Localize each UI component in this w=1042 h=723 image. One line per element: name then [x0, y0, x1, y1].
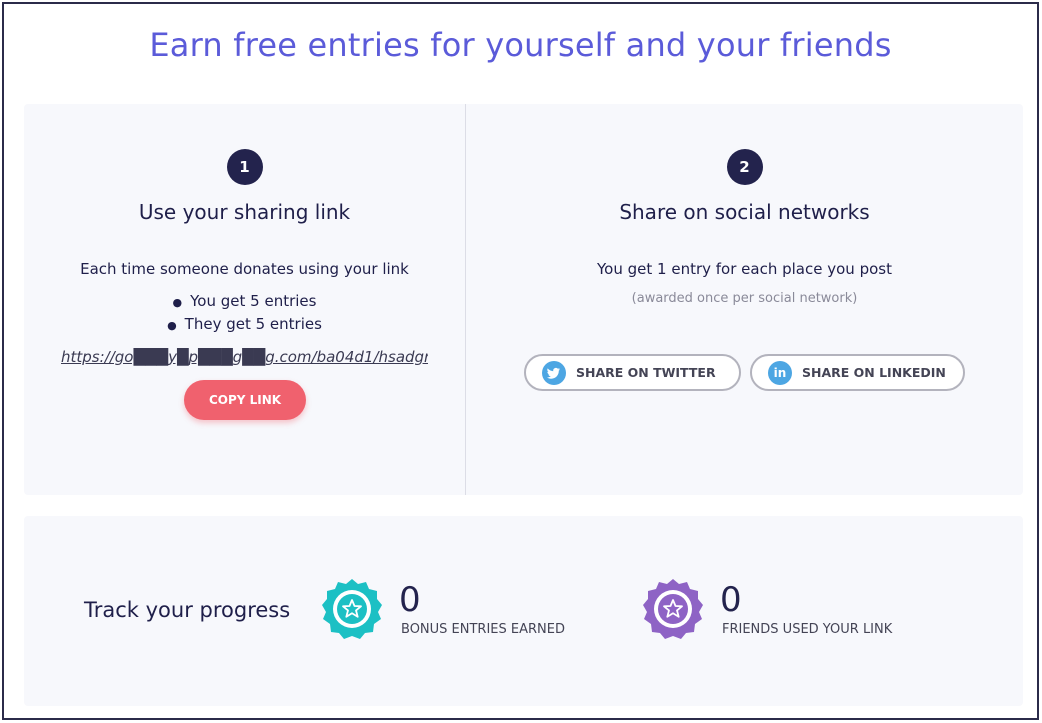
twitter-icon — [542, 361, 566, 385]
entries-list: ● You get 5 entries ● They get 5 entries — [24, 290, 465, 336]
progress-panel: Track your progress 0 BONUS ENTRIES EARN… — [24, 516, 1023, 706]
step-2-description: You get 1 entry for each place you post — [597, 260, 892, 278]
teal-medal-icon — [322, 579, 382, 639]
list-item: ● They get 5 entries — [167, 315, 322, 333]
share-linkedin-button[interactable]: in SHARE ON LINKEDIN — [750, 354, 965, 391]
page-frame: Earn free entries for yourself and your … — [2, 2, 1039, 720]
linkedin-icon: in — [768, 361, 792, 385]
sharing-link-column: 1 Use your sharing link Each time someon… — [24, 104, 465, 495]
step-1-description: Each time someone donates using your lin… — [80, 260, 409, 278]
step-1-badge: 1 — [226, 149, 263, 185]
social-share-column: 2 Share on social networks You get 1 ent… — [466, 104, 1023, 495]
list-item: ● You get 5 entries — [172, 292, 317, 310]
friends-used-count: 0 — [720, 580, 742, 620]
bullet-icon: ● — [167, 319, 177, 332]
bonus-entries-label: BONUS ENTRIES EARNED — [401, 622, 565, 637]
bonus-entries-count: 0 — [399, 580, 421, 620]
sharing-link[interactable]: https://go███y█p███g██g.com/ba04d1/hsadg… — [61, 348, 428, 366]
share-panel: 1 Use your sharing link Each time someon… — [24, 104, 1023, 495]
progress-title: Track your progress — [84, 598, 291, 622]
copy-link-button[interactable]: COPY LINK — [184, 380, 306, 420]
page-title: Earn free entries for yourself and your … — [149, 26, 892, 64]
friends-used-label: FRIENDS USED YOUR LINK — [722, 622, 893, 637]
step-1-title: Use your sharing link — [138, 200, 351, 224]
step-2-note: (awarded once per social network) — [631, 291, 858, 306]
share-linkedin-label: SHARE ON LINKEDIN — [802, 365, 946, 380]
step-2-title: Share on social networks — [619, 200, 870, 224]
share-twitter-label: SHARE ON TWITTER — [576, 365, 716, 380]
purple-medal-icon — [643, 579, 703, 639]
share-twitter-button[interactable]: SHARE ON TWITTER — [524, 354, 741, 391]
bullet-icon: ● — [172, 296, 183, 309]
step-2-badge: 2 — [726, 149, 763, 185]
